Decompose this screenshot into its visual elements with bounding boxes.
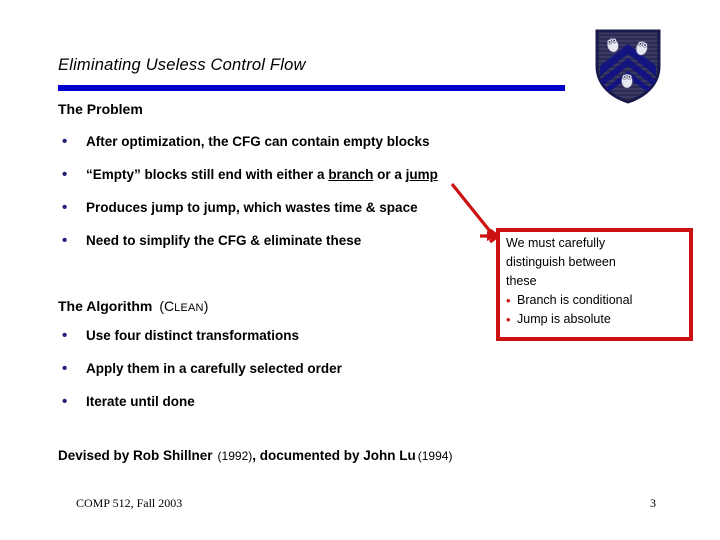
list-item-label: After optimization, the CFG can contain …: [86, 134, 430, 149]
attribution-line: Devised by Rob Shillner (1992), documente…: [58, 448, 452, 463]
list-item-label: “Empty” blocks still end with either a b…: [86, 167, 438, 182]
list-item: • Produces jump to jump, which wastes ti…: [58, 198, 438, 231]
attribution-author-2: , documented by John Lu: [252, 448, 416, 463]
emphasis-jump: jump: [405, 167, 438, 182]
list-item: • Apply them in a carefully selected ord…: [58, 359, 342, 392]
list-item-label: Produces jump to jump, which wastes time…: [86, 200, 418, 215]
page-title: Eliminating Useless Control Flow: [58, 56, 306, 74]
list-item: • Iterate until done: [58, 392, 342, 425]
attribution-year-2: (1994): [417, 449, 453, 463]
list-item-label: Use four distinct transformations: [86, 328, 300, 343]
slide-canvas: Eliminating Useless Control Flow The Pro…: [0, 0, 720, 540]
attribution-author-1: Devised by Rob Shillner: [58, 448, 213, 463]
text-fragment: or a: [373, 167, 406, 182]
section-heading-algorithm: The Algorithm (CLEAN): [58, 298, 208, 314]
bullet-icon: •: [62, 232, 68, 249]
list-item: • After optimization, the CFG can contai…: [58, 132, 438, 165]
paren-open: (C: [159, 298, 175, 314]
list-item-label: Need to simplify the CFG & eliminate the…: [86, 233, 362, 248]
text-fragment: “Empty” blocks still end with either a: [86, 167, 329, 182]
problem-bullet-list: • After optimization, the CFG can contai…: [58, 132, 438, 264]
title-divider-rule: [58, 85, 565, 91]
section-heading-problem: The Problem: [58, 101, 143, 117]
rice-shield-logo: [594, 28, 662, 104]
list-item-label: Branch is conditional: [517, 293, 633, 307]
callout-content: We must carefully distinguish between th…: [506, 234, 692, 329]
callout-line: distinguish between: [506, 255, 616, 269]
callout-line: these: [506, 274, 537, 288]
list-item: • Branch is conditional: [506, 291, 692, 310]
algorithm-name-paren: (CLEAN): [152, 298, 208, 314]
bullet-icon: •: [62, 327, 68, 344]
section-heading-label: The Algorithm: [58, 298, 153, 314]
list-item-label: Jump is absolute: [517, 312, 611, 326]
list-item: • Jump is absolute: [506, 310, 692, 329]
emphasis-branch: branch: [328, 167, 374, 182]
bullet-icon: •: [62, 360, 68, 377]
callout-sub-bullet-list: • Branch is conditional • Jump is absolu…: [506, 291, 692, 329]
bullet-icon: •: [506, 312, 511, 327]
footer-page-number: 3: [650, 496, 656, 510]
list-item: • Need to simplify the CFG & eliminate t…: [58, 231, 438, 264]
bullet-icon: •: [62, 133, 68, 150]
footer-course-label: COMP 512, Fall 2003: [76, 496, 183, 510]
paren-smallcaps: LEAN: [174, 302, 204, 314]
bullet-icon: •: [62, 393, 68, 410]
list-item: • Use four distinct transformations: [58, 326, 342, 359]
algorithm-bullet-list: • Use four distinct transformations • Ap…: [58, 326, 342, 425]
bullet-icon: •: [506, 293, 511, 308]
list-item: • “Empty” blocks still end with either a…: [58, 165, 438, 198]
list-item-label: Apply them in a carefully selected order: [86, 361, 342, 376]
callout-box: We must carefully distinguish between th…: [496, 228, 693, 341]
bullet-icon: •: [62, 166, 68, 183]
list-item-label: Iterate until done: [86, 394, 195, 409]
paren-close: ): [203, 298, 209, 314]
attribution-year-1: (1992): [217, 449, 253, 463]
callout-line: We must carefully: [506, 236, 606, 250]
bullet-icon: •: [62, 199, 68, 216]
